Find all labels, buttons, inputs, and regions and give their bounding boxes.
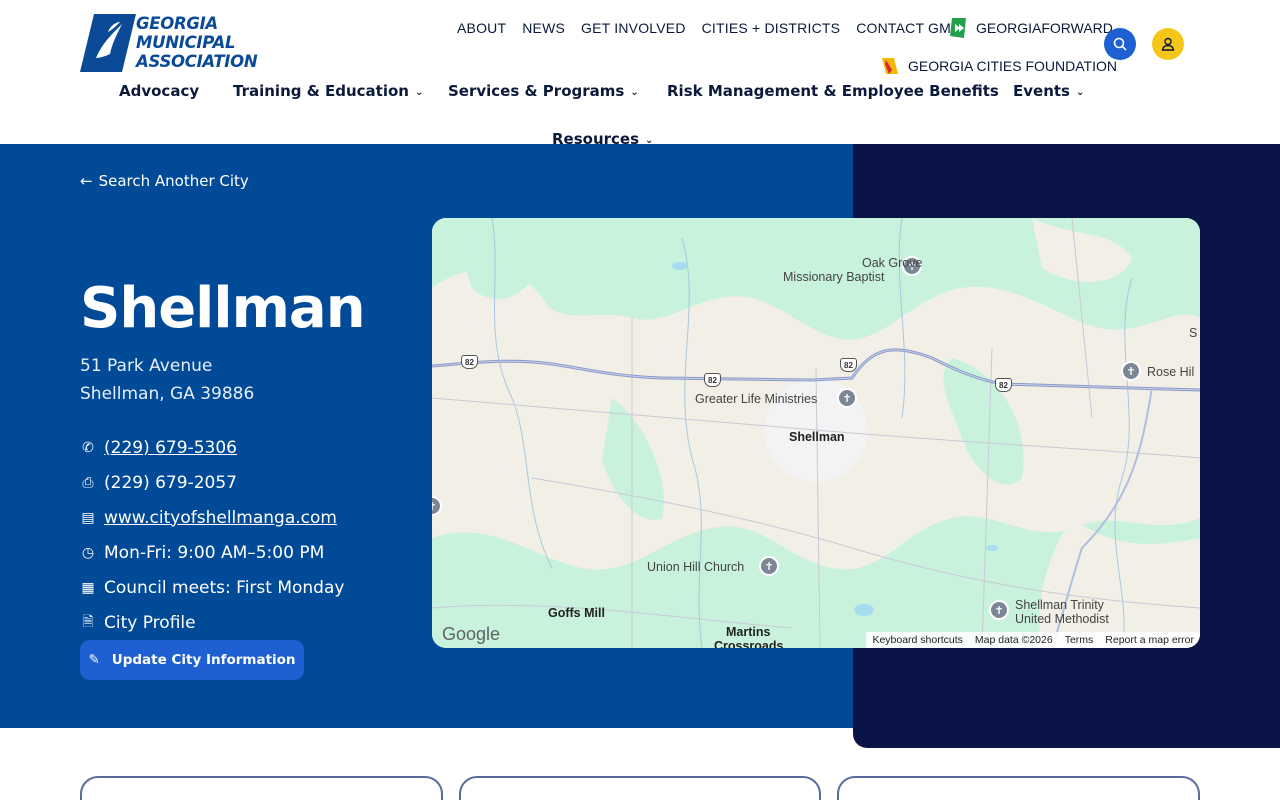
- georgiaforward-label: GEORGIAFORWARD: [976, 20, 1113, 36]
- church-pin-icon[interactable]: ✝: [1121, 361, 1141, 381]
- city-contact-list: ✆ (229) 679-5306 ⎙ (229) 679-2057 ▤ www.…: [80, 430, 344, 640]
- route-82-shield: 82: [461, 355, 478, 369]
- phone-link[interactable]: (229) 679-5306: [104, 438, 237, 458]
- search-button[interactable]: [1104, 28, 1136, 60]
- calendar-icon: ▦: [81, 579, 95, 596]
- nav-services-programs[interactable]: Services & Programs ⌄: [448, 82, 639, 100]
- council-value: Council meets: First Monday: [104, 577, 345, 598]
- phone-row: ✆ (229) 679-5306: [80, 430, 344, 465]
- route-82-shield: 82: [704, 373, 721, 387]
- church-pin-icon[interactable]: ✝: [759, 556, 779, 576]
- nav-resources[interactable]: Resources ⌄: [552, 130, 653, 148]
- map-label-martins: Martins: [726, 625, 771, 639]
- top-utility-nav: ABOUT NEWS GET INVOLVED CITIES + DISTRIC…: [457, 20, 977, 36]
- google-logo: Google: [442, 624, 501, 644]
- georgia-cities-foundation-link[interactable]: GEORGIA CITIES FOUNDATION: [880, 56, 1117, 76]
- topnav-about[interactable]: ABOUT: [457, 20, 506, 36]
- topnav-get-involved[interactable]: GET INVOLVED: [581, 20, 686, 36]
- edit-icon: ✎: [88, 652, 100, 668]
- georgia-cities-foundation-icon: [882, 58, 898, 74]
- council-row: ▦ Council meets: First Monday: [80, 570, 344, 605]
- map-label-union-hill: Union Hill Church: [647, 560, 745, 574]
- map-data-text: Map data ©2026: [974, 634, 1053, 646]
- map-label-united-methodist: United Methodist: [1015, 612, 1109, 626]
- gcf-label: GEORGIA CITIES FOUNDATION: [908, 58, 1117, 74]
- search-icon: [1113, 37, 1127, 51]
- chevron-down-icon: ⌄: [645, 134, 654, 146]
- hours-value: Mon-Fri: 9:00 AM–5:00 PM: [104, 542, 325, 563]
- gma-logo[interactable]: GEORGIA MUNICIPAL ASSOCIATION: [80, 14, 258, 74]
- user-icon: [1161, 37, 1175, 51]
- topnav-news[interactable]: NEWS: [522, 20, 565, 36]
- map-label-shellman: Shellman: [789, 430, 845, 444]
- site-header: GEORGIA MUNICIPAL ASSOCIATION ABOUT NEWS…: [0, 0, 1280, 148]
- report-map-error-link[interactable]: Report a map error: [1105, 634, 1194, 646]
- fax-row: ⎙ (229) 679-2057: [80, 465, 344, 500]
- keyboard-shortcuts-link[interactable]: Keyboard shortcuts: [872, 634, 962, 646]
- nav-advocacy[interactable]: Advocacy: [119, 82, 199, 100]
- georgiaforward-link[interactable]: GEORGIAFORWARD: [950, 18, 1113, 38]
- nav-training-education[interactable]: Training & Education ⌄: [233, 82, 423, 100]
- georgiaforward-icon: [950, 18, 966, 38]
- search-another-city-link[interactable]: ← Search Another City: [80, 172, 249, 190]
- map-label-missionary-baptist: Missionary Baptist: [783, 270, 885, 284]
- city-profile-row[interactable]: 🗎 City Profile: [80, 605, 344, 640]
- church-pin-icon[interactable]: ✝: [989, 600, 1009, 620]
- account-button[interactable]: [1152, 28, 1184, 60]
- browser-window-icon: ▤: [81, 509, 95, 526]
- gma-logo-text: GEORGIA MUNICIPAL ASSOCIATION: [136, 14, 258, 71]
- church-pin-icon[interactable]: ✝: [837, 388, 857, 408]
- city-map[interactable]: 82 82 82 82 ✝ ✝ ✝ ✝ ✝ ✝ Oak Grove Missio…: [432, 218, 1200, 648]
- chevron-down-icon: ⌄: [414, 86, 424, 98]
- map-label-goffs-mill: Goffs Mill: [548, 606, 605, 620]
- map-label-shellman-trinity: Shellman Trinity: [1015, 598, 1104, 612]
- map-label-crossroads: Crossroads: [714, 639, 784, 648]
- map-label-rose-hill: Rose Hil: [1147, 365, 1195, 379]
- fax-value: (229) 679-2057: [104, 472, 237, 493]
- map-label-edge: S: [1189, 326, 1198, 340]
- city-address: 51 Park Avenue Shellman, GA 39886: [80, 352, 254, 408]
- clock-icon: ◷: [81, 544, 95, 561]
- city-name: Shellman: [80, 276, 366, 341]
- website-row: ▤ www.cityofshellmanga.com: [80, 500, 344, 535]
- phone-icon: ✆: [82, 439, 94, 456]
- address-line-1: 51 Park Avenue: [80, 356, 213, 376]
- info-card: [80, 776, 443, 800]
- address-line-2: Shellman, GA 39886: [80, 384, 255, 404]
- route-82-shield: 82: [840, 358, 857, 372]
- chevron-down-icon: ⌄: [630, 86, 639, 98]
- topnav-cities-districts[interactable]: CITIES + DISTRICTS: [702, 20, 841, 36]
- city-profile-link[interactable]: City Profile: [104, 613, 196, 633]
- nav-events[interactable]: Events ⌄: [1013, 82, 1084, 100]
- map-label-oak-grove: Oak Grove: [862, 256, 923, 270]
- route-82-shield: 82: [995, 378, 1012, 392]
- hours-row: ◷ Mon-Fri: 9:00 AM–5:00 PM: [80, 535, 344, 570]
- update-city-information-button[interactable]: ✎ Update City Information: [80, 640, 304, 680]
- website-link[interactable]: www.cityofshellmanga.com: [104, 508, 337, 528]
- chevron-down-icon: ⌄: [1075, 86, 1085, 98]
- gma-logo-mark: [80, 14, 136, 72]
- info-card: [837, 776, 1200, 800]
- nav-risk-management[interactable]: Risk Management & Employee Benefits: [667, 82, 999, 100]
- map-label-greater-life: Greater Life Ministries: [695, 392, 818, 406]
- terms-link[interactable]: Terms: [1065, 634, 1094, 646]
- info-card: [459, 776, 821, 800]
- map-attribution-bar: Keyboard shortcuts Map data ©2026 Terms …: [866, 632, 1200, 648]
- pdf-file-icon: 🗎: [82, 613, 94, 630]
- arrow-left-icon: ←: [80, 172, 93, 190]
- fax-icon: ⎙: [82, 474, 94, 491]
- topnav-contact[interactable]: CONTACT GMA: [856, 20, 960, 36]
